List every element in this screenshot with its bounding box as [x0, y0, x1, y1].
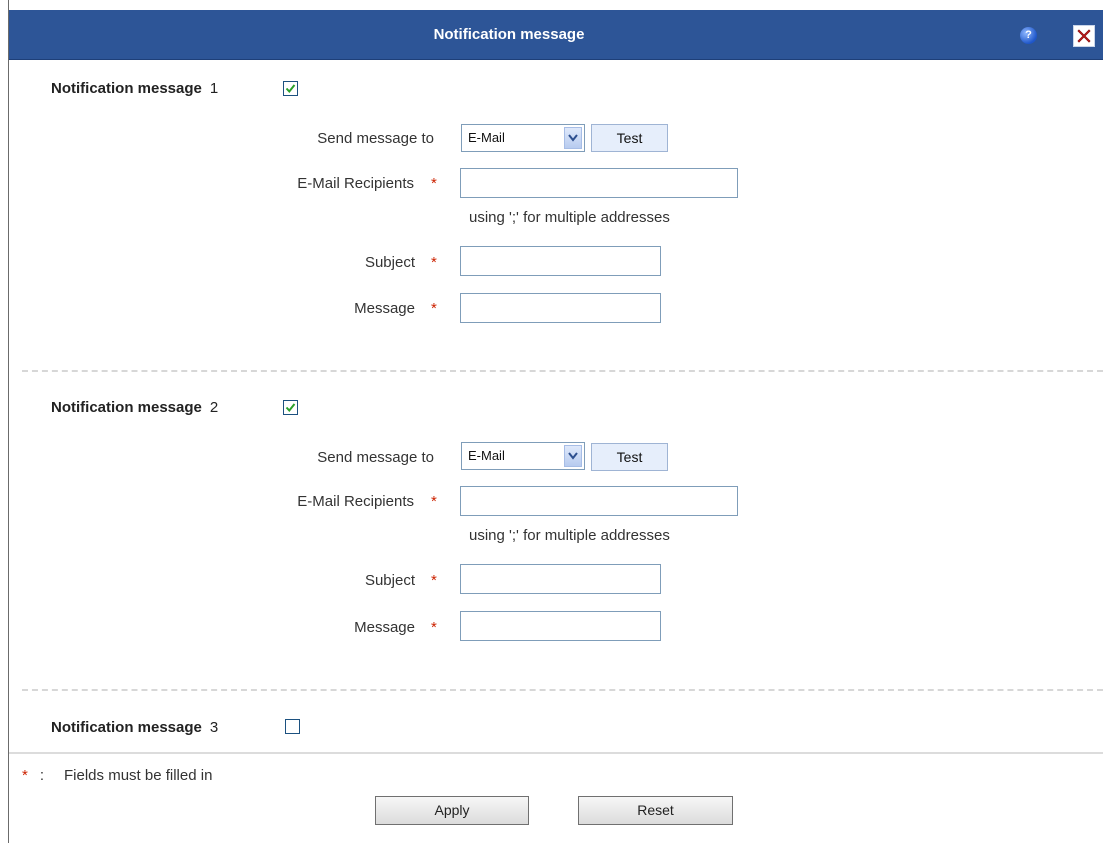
- section-1-checkbox[interactable]: [283, 81, 298, 96]
- send-to-label-2: Send message to: [317, 449, 434, 466]
- section-3-number: 3: [209, 719, 219, 736]
- legend-text: Fields must be filled in: [64, 767, 213, 784]
- reset-button[interactable]: Reset: [578, 796, 733, 825]
- message-label-1: Message: [354, 300, 415, 317]
- send-to-label-1: Send message to: [317, 130, 434, 147]
- test-button-1[interactable]: Test: [591, 124, 668, 152]
- section-divider: [22, 689, 1103, 691]
- checkmark-icon: [285, 403, 296, 413]
- subject-input-1[interactable]: [460, 246, 661, 276]
- help-icon[interactable]: ?: [1020, 27, 1037, 44]
- required-marker: *: [431, 493, 437, 510]
- chevron-down-icon: [564, 127, 582, 149]
- required-marker: *: [431, 572, 437, 589]
- subject-input-2[interactable]: [460, 564, 661, 594]
- section-3-checkbox[interactable]: [285, 719, 300, 734]
- send-to-select-1[interactable]: E-Mail: [461, 124, 585, 152]
- title-bar: Notification message ?: [9, 10, 1103, 60]
- chevron-down-icon: [564, 445, 582, 467]
- section-2-title: Notification message: [51, 399, 202, 416]
- recipients-input-1[interactable]: [460, 168, 738, 198]
- section-2-number: 2: [209, 399, 219, 416]
- subject-label-1: Subject: [364, 254, 415, 271]
- required-legend: *: Fields must be filled in: [22, 767, 212, 784]
- section-2-heading: Notification message 2: [51, 399, 218, 416]
- section-divider: [22, 370, 1103, 372]
- message-label-2: Message: [354, 619, 415, 636]
- required-marker: *: [431, 254, 437, 271]
- required-marker: *: [431, 300, 437, 317]
- legend-colon: :: [39, 767, 45, 784]
- message-input-1[interactable]: [460, 293, 661, 323]
- required-marker: *: [431, 619, 437, 636]
- recipients-hint-1: using ';' for multiple addresses: [469, 209, 670, 226]
- test-button-2[interactable]: Test: [591, 443, 668, 471]
- recipients-hint-2: using ';' for multiple addresses: [469, 527, 670, 544]
- footer-divider: [9, 752, 1103, 754]
- section-3-title: Notification message: [51, 719, 202, 736]
- section-1-number: 1: [209, 80, 219, 97]
- recipients-label-1: E-Mail Recipients: [297, 175, 414, 192]
- recipients-input-2[interactable]: [460, 486, 738, 516]
- subject-label-2: Subject: [364, 572, 415, 589]
- dialog-title: Notification message: [433, 26, 585, 43]
- section-2-checkbox[interactable]: [283, 400, 298, 415]
- section-1-title: Notification message: [51, 80, 202, 97]
- recipients-label-2: E-Mail Recipients: [297, 493, 414, 510]
- send-to-select-2[interactable]: E-Mail: [461, 442, 585, 470]
- close-icon[interactable]: [1073, 25, 1095, 47]
- required-marker: *: [431, 175, 437, 192]
- apply-button[interactable]: Apply: [375, 796, 529, 825]
- section-3-heading: Notification message 3: [51, 719, 218, 736]
- checkmark-icon: [285, 84, 296, 94]
- message-input-2[interactable]: [460, 611, 661, 641]
- send-to-value-1: E-Mail: [468, 130, 505, 145]
- section-1-heading: Notification message 1: [51, 80, 218, 97]
- send-to-value-2: E-Mail: [468, 448, 505, 463]
- legend-marker: *: [22, 767, 28, 784]
